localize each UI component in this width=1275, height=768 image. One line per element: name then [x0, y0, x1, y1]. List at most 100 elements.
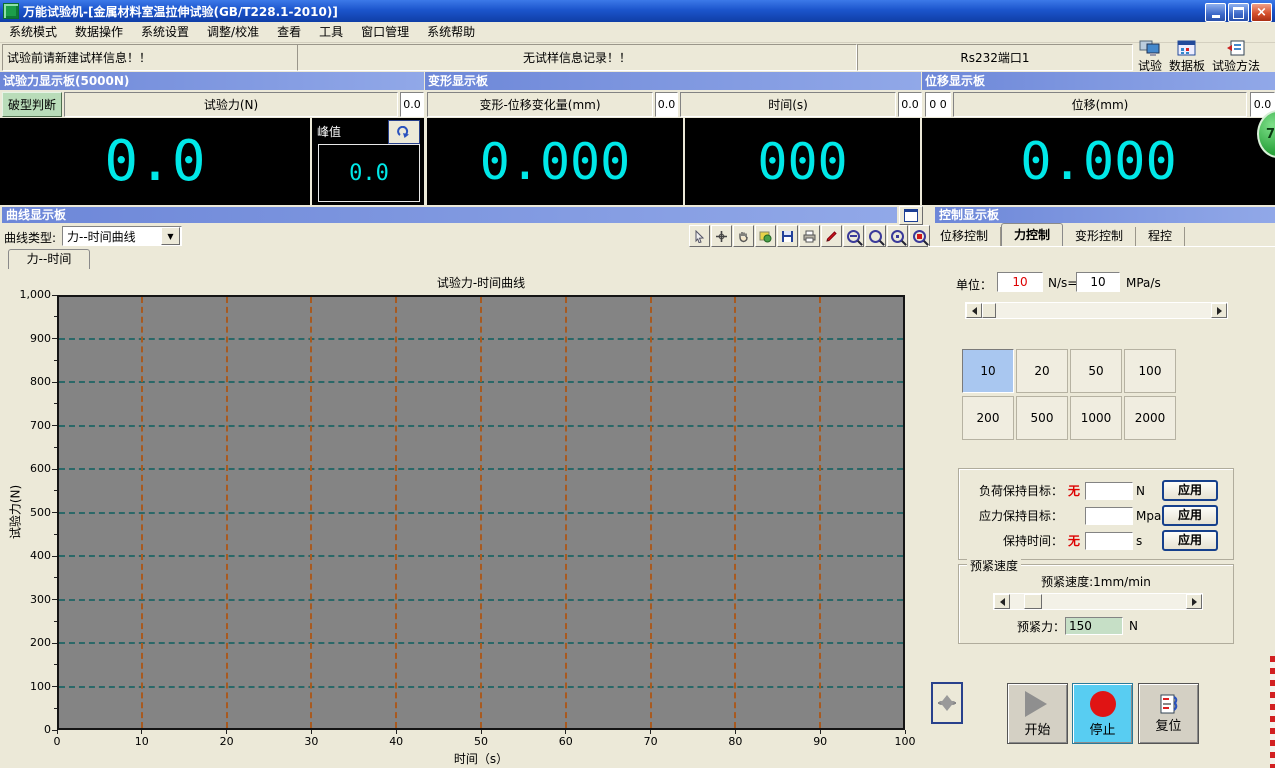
y-tick: [52, 556, 57, 557]
time-mini-value: 0.0: [898, 92, 922, 117]
annotate-pen-icon[interactable]: [821, 225, 842, 247]
curve-type-select[interactable]: 力--时间曲线 ▼: [62, 226, 182, 246]
menu-item-4[interactable]: 查看: [268, 22, 310, 42]
tab-力控制[interactable]: 力控制: [1001, 223, 1063, 246]
menu-item-5[interactable]: 工具: [310, 22, 352, 42]
speed-button-200[interactable]: 200: [962, 396, 1014, 440]
chevron-down-icon[interactable]: ▼: [161, 227, 180, 245]
menu-item-7[interactable]: 系统帮助: [418, 22, 484, 42]
scrollbar-track[interactable]: [1042, 594, 1186, 609]
menu-item-2[interactable]: 系统设置: [132, 22, 198, 42]
speed-button-10[interactable]: 10: [962, 349, 1014, 393]
stop-dot-icon: [1090, 691, 1116, 717]
displacement-value-display: 0.000: [922, 118, 1275, 205]
port-status: Rs232端口1: [857, 44, 1133, 71]
y-minor-tick: [54, 403, 57, 404]
speed-button-2000[interactable]: 2000: [1124, 396, 1176, 440]
pan-hand-icon[interactable]: [733, 225, 754, 247]
tab-force-time[interactable]: 力--时间: [8, 249, 90, 269]
menu-item-1[interactable]: 数据操作: [66, 22, 132, 42]
speed-button-20[interactable]: 20: [1016, 349, 1068, 393]
peak-reset-button[interactable]: [388, 120, 420, 144]
snapshot-icon[interactable]: [755, 225, 776, 247]
force-rate-input[interactable]: 10: [997, 272, 1043, 292]
zoom-icon[interactable]: [865, 225, 886, 247]
scrollbar-thumb[interactable]: [1024, 594, 1042, 609]
v-gridline: [141, 297, 143, 728]
deform-value-display: 0.000: [427, 118, 683, 205]
maximize-button[interactable]: [1228, 3, 1249, 22]
pretension-force-input[interactable]: 150: [1065, 617, 1123, 635]
x-tick-label: 60: [546, 735, 586, 748]
x-tick: [226, 730, 227, 734]
scrollbar-thumb[interactable]: [982, 303, 996, 318]
stop-button[interactable]: 停止: [1072, 683, 1133, 744]
play-icon: [1025, 691, 1060, 717]
scroll-left-arrow[interactable]: [966, 303, 982, 318]
speed-button-100[interactable]: 100: [1124, 349, 1176, 393]
test-method-button[interactable]: 试验方法: [1212, 40, 1260, 71]
minimize-button[interactable]: [1205, 3, 1226, 22]
speed-button-50[interactable]: 50: [1070, 349, 1122, 393]
v-gridline: [650, 297, 652, 728]
hold-value-input[interactable]: [1085, 532, 1133, 550]
test-button[interactable]: 试验: [1138, 40, 1162, 71]
scroll-left-arrow[interactable]: [994, 594, 1010, 609]
y-minor-tick: [54, 447, 57, 448]
menu-item-0[interactable]: 系统模式: [0, 22, 66, 42]
y-tick-label: 1,000: [4, 288, 51, 301]
zoom-reset-icon[interactable]: [909, 225, 930, 247]
panel-restore-button[interactable]: [899, 206, 923, 225]
scrollbar-track[interactable]: [1010, 594, 1024, 609]
tab-变形控制[interactable]: 变形控制: [1063, 227, 1136, 246]
y-tick: [52, 643, 57, 644]
zoom-out-icon[interactable]: [843, 225, 864, 247]
hold-value-input[interactable]: [1085, 482, 1133, 500]
y-minor-tick: [54, 360, 57, 361]
stress-rate-input[interactable]: 10: [1076, 272, 1120, 292]
pointer-icon[interactable]: [689, 225, 710, 247]
title-bar: 万能试验机-[金属材料室温拉伸试验(GB/T228.1-2010)] ×: [0, 0, 1275, 22]
start-button[interactable]: 开始: [1007, 683, 1068, 744]
unit-equals-label: N/s=: [1048, 276, 1077, 290]
y-tick-label: 600: [4, 462, 51, 475]
y-tick-label: 700: [4, 419, 51, 432]
hold-label: 负荷保持目标：: [965, 482, 1063, 499]
pretension-scrollbar[interactable]: [993, 593, 1203, 610]
reset-notebook-icon: [1158, 693, 1180, 715]
refresh-arrow-icon: [397, 126, 411, 138]
apply-button[interactable]: 应用: [1162, 505, 1218, 526]
pretension-group: 预紧速度 预紧速度:1mm/min 预紧力： 150 N: [958, 564, 1234, 644]
print-icon[interactable]: [799, 225, 820, 247]
hold-value-input[interactable]: [1085, 507, 1133, 525]
scrollbar-track[interactable]: [996, 303, 1211, 318]
curve-type-value: 力--时间曲线: [63, 228, 161, 245]
scroll-right-arrow[interactable]: [1211, 303, 1227, 318]
tab-位移控制[interactable]: 位移控制: [928, 227, 1001, 246]
data-board-button[interactable]: 数据板: [1169, 40, 1205, 71]
speed-button-500[interactable]: 500: [1016, 396, 1068, 440]
close-button[interactable]: ×: [1251, 3, 1272, 22]
save-icon[interactable]: [777, 225, 798, 247]
chart-title: 试验力-时间曲线: [57, 274, 905, 291]
y-minor-tick: [54, 316, 57, 317]
time-value-display: 000: [685, 118, 920, 205]
zoom-in-icon[interactable]: [887, 225, 908, 247]
x-tick: [141, 730, 142, 734]
menu-item-6[interactable]: 窗口管理: [352, 22, 418, 42]
reset-button[interactable]: 复位: [1138, 683, 1199, 744]
menu-item-3[interactable]: 调整/校准: [198, 22, 268, 42]
tab-程控[interactable]: 程控: [1136, 227, 1185, 246]
apply-button[interactable]: 应用: [1162, 480, 1218, 501]
arrow-down-icon: [939, 701, 955, 719]
y-tick: [52, 599, 57, 600]
y-tick: [52, 686, 57, 687]
rate-scrollbar[interactable]: [965, 302, 1228, 319]
scroll-right-arrow[interactable]: [1186, 594, 1202, 609]
apply-button[interactable]: 应用: [1162, 530, 1218, 551]
pretension-group-title: 预紧速度: [967, 557, 1021, 574]
jog-up-down-button[interactable]: [931, 682, 963, 724]
speed-button-1000[interactable]: 1000: [1070, 396, 1122, 440]
move-icon[interactable]: [711, 225, 732, 247]
break-judge-button[interactable]: 破型判断: [2, 92, 62, 117]
